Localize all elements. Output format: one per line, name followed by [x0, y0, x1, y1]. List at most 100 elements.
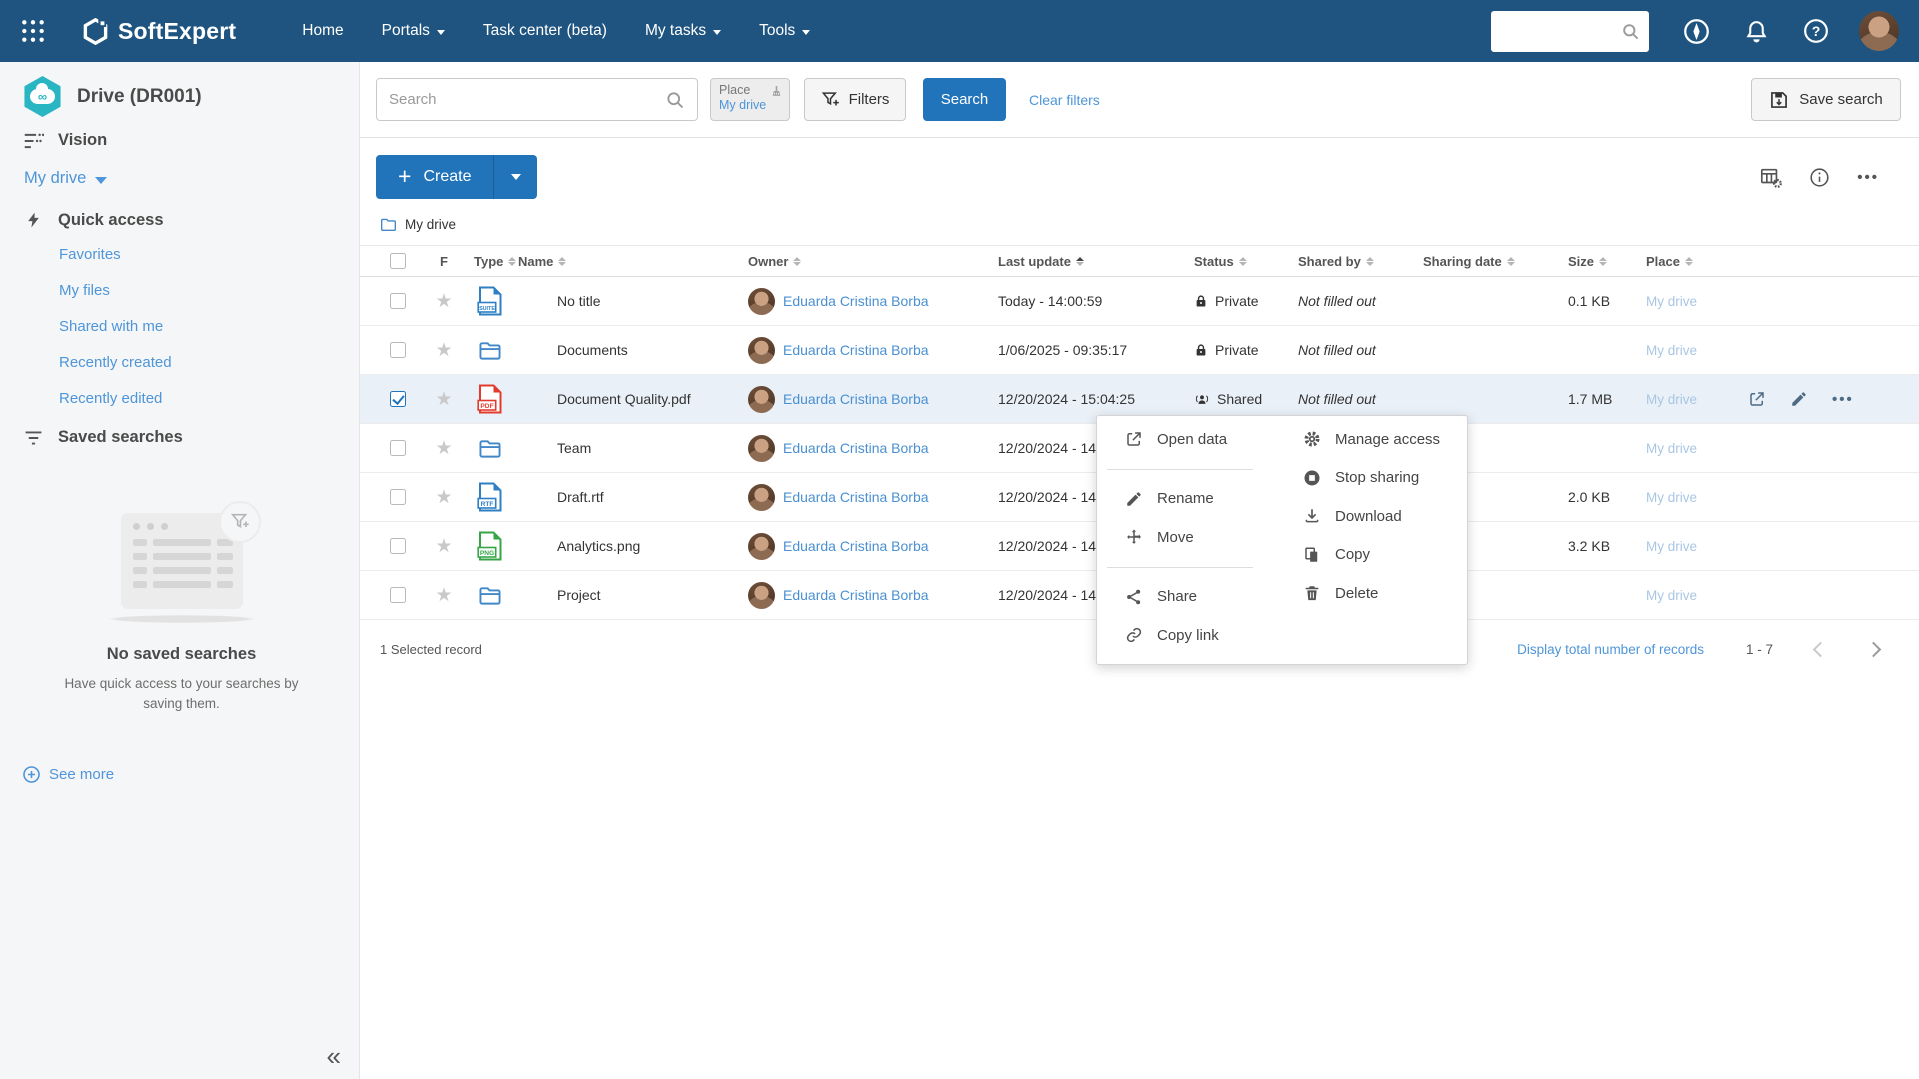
clear-place-broom-icon[interactable]: [770, 85, 783, 98]
cell-name[interactable]: Documents: [512, 342, 742, 358]
global-search-input[interactable]: [1500, 23, 1621, 39]
info-icon[interactable]: [1809, 167, 1830, 188]
menu-item-open-data[interactable]: Open data: [1097, 420, 1275, 459]
filters-button[interactable]: Filters: [804, 78, 906, 121]
sidebar-item-recently-created[interactable]: Recently created: [59, 344, 341, 380]
more-options-icon[interactable]: •••: [1857, 169, 1879, 186]
place-filter-chip[interactable]: Place My drive: [710, 78, 790, 121]
cell-name[interactable]: Document Quality.pdf: [512, 391, 742, 407]
owner-link[interactable]: Eduarda Cristina Borba: [783, 293, 929, 309]
favorite-star-icon[interactable]: ★: [435, 390, 452, 409]
table-row[interactable]: ★ SUITE No title Eduarda Cristina Borba …: [360, 277, 1919, 326]
menu-item-copy[interactable]: Copy: [1275, 536, 1467, 575]
sidebar-item-my-drive[interactable]: My drive: [24, 169, 341, 188]
column-label: Last update: [998, 254, 1071, 269]
menu-item-stop-sharing[interactable]: Stop sharing: [1275, 459, 1467, 498]
owner-link[interactable]: Eduarda Cristina Borba: [783, 489, 929, 505]
nav-item-my-tasks[interactable]: My tasks: [645, 22, 721, 40]
nav-item-portals[interactable]: Portals: [382, 22, 445, 40]
sidebar-item-recently-edited[interactable]: Recently edited: [59, 380, 341, 416]
nav-item-tools[interactable]: Tools: [759, 22, 810, 40]
save-search-button[interactable]: Save search: [1751, 78, 1901, 121]
owner-link[interactable]: Eduarda Cristina Borba: [783, 391, 929, 407]
owner-link[interactable]: Eduarda Cristina Borba: [783, 440, 929, 456]
favorite-star-icon[interactable]: ★: [435, 488, 452, 507]
row-checkbox[interactable]: [390, 538, 406, 554]
column-header-last-update[interactable]: Last update: [992, 254, 1188, 269]
column-header-owner[interactable]: Owner: [742, 254, 992, 269]
sidebar-section-saved-searches[interactable]: Saved searches: [22, 428, 341, 447]
owner-link[interactable]: Eduarda Cristina Borba: [783, 342, 929, 358]
table-settings-icon[interactable]: [1759, 166, 1782, 188]
favorite-star-icon[interactable]: ★: [435, 439, 452, 458]
menu-item-copy-link[interactable]: Copy link: [1097, 616, 1275, 655]
row-actions: •••: [1740, 390, 1919, 408]
nav-item-home[interactable]: Home: [302, 22, 343, 40]
column-header-sharing-date[interactable]: Sharing date: [1417, 254, 1562, 269]
sidebar-section-quick-access[interactable]: Quick access: [22, 210, 341, 230]
create-dropdown-button[interactable]: [493, 155, 537, 199]
open-external-icon[interactable]: [1748, 390, 1766, 408]
apps-grid-icon[interactable]: [20, 18, 46, 44]
sidebar-item-vision[interactable]: Vision: [22, 131, 341, 150]
breadcrumb-current[interactable]: My drive: [405, 217, 456, 232]
column-header-f[interactable]: F: [420, 254, 468, 269]
column-header-place[interactable]: Place: [1640, 254, 1740, 269]
sidebar-collapse-button[interactable]: «: [327, 1043, 341, 1069]
cell-name[interactable]: Analytics.png: [512, 538, 742, 554]
column-label: Size: [1568, 254, 1594, 269]
display-total-link[interactable]: Display total number of records: [1517, 642, 1704, 657]
cell-name[interactable]: Project: [512, 587, 742, 603]
clear-filters-link[interactable]: Clear filters: [1029, 92, 1100, 108]
favorite-star-icon[interactable]: ★: [435, 292, 452, 311]
row-checkbox[interactable]: [390, 391, 406, 407]
notifications-bell-icon[interactable]: [1744, 19, 1769, 44]
search-button[interactable]: Search: [923, 78, 1006, 121]
menu-item-delete[interactable]: Delete: [1275, 574, 1467, 613]
column-header-status[interactable]: Status: [1188, 254, 1292, 269]
row-checkbox[interactable]: [390, 440, 406, 456]
softexpert-logo[interactable]: SoftExpert: [82, 18, 236, 45]
edit-pencil-icon[interactable]: [1790, 390, 1808, 408]
favorite-star-icon[interactable]: ★: [435, 586, 452, 605]
create-button[interactable]: + Create: [376, 155, 493, 199]
record-search-box[interactable]: [376, 78, 698, 121]
drive-app-icon: ∞: [22, 76, 63, 117]
column-header-name[interactable]: Name: [512, 254, 742, 269]
global-search-box[interactable]: [1491, 11, 1649, 52]
previous-page-icon[interactable]: [1813, 642, 1829, 658]
user-avatar[interactable]: [1859, 11, 1899, 51]
column-header-size[interactable]: Size: [1562, 254, 1640, 269]
cell-name[interactable]: Draft.rtf: [512, 489, 742, 505]
table-row[interactable]: ★ Documents Eduarda Cristina Borba 1/06/…: [360, 326, 1919, 375]
column-header-type[interactable]: Type: [468, 254, 512, 269]
menu-item-share[interactable]: Share: [1097, 578, 1275, 617]
column-header-shared-by[interactable]: Shared by: [1292, 254, 1417, 269]
cell-name[interactable]: No title: [512, 293, 742, 309]
row-more-options-icon[interactable]: •••: [1832, 391, 1854, 408]
explore-icon[interactable]: [1683, 18, 1710, 45]
row-checkbox[interactable]: [390, 587, 406, 603]
favorite-star-icon[interactable]: ★: [435, 341, 452, 360]
sidebar-item-shared-with-me[interactable]: Shared with me: [59, 308, 341, 344]
record-search-input[interactable]: [389, 91, 665, 108]
nav-item-task-center-beta[interactable]: Task center (beta): [483, 22, 607, 40]
row-checkbox[interactable]: [390, 342, 406, 358]
menu-item-rename[interactable]: Rename: [1097, 480, 1275, 519]
sidebar-item-my-files[interactable]: My files: [59, 272, 341, 308]
row-checkbox[interactable]: [390, 293, 406, 309]
menu-item-manage-access[interactable]: Manage access: [1275, 420, 1467, 459]
menu-item-move[interactable]: Move: [1097, 518, 1275, 557]
menu-item-download[interactable]: Download: [1275, 497, 1467, 536]
select-all-checkbox[interactable]: [390, 253, 406, 269]
help-icon[interactable]: ?: [1803, 18, 1829, 44]
next-page-icon[interactable]: [1866, 642, 1882, 658]
favorite-star-icon[interactable]: ★: [435, 537, 452, 556]
row-checkbox[interactable]: [390, 489, 406, 505]
owner-link[interactable]: Eduarda Cristina Borba: [783, 538, 929, 554]
empty-state-illustration: [121, 513, 243, 609]
sidebar-item-favorites[interactable]: Favorites: [59, 236, 341, 272]
owner-link[interactable]: Eduarda Cristina Borba: [783, 587, 929, 603]
cell-name[interactable]: Team: [512, 440, 742, 456]
see-more-button[interactable]: See more: [22, 765, 114, 784]
